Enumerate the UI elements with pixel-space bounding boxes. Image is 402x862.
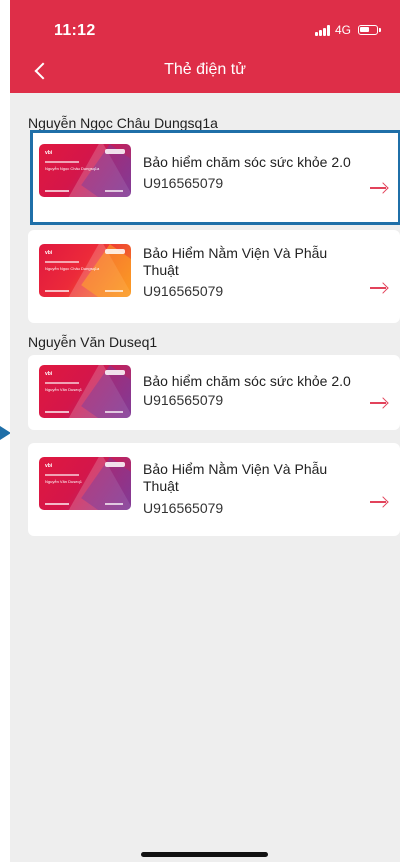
battery-icon — [358, 25, 381, 35]
card-title: Bảo hiểm chăm sóc sức khỏe 2.0 — [143, 154, 351, 170]
page-title: Thẻ điện tử — [164, 61, 246, 78]
card-code: U916565079 — [143, 392, 224, 408]
card-title: Bảo Hiểm Nằm Viện Và Phẫu Thuật — [143, 245, 328, 278]
arrow-right-icon[interactable] — [370, 181, 389, 194]
arrow-right-icon[interactable] — [370, 396, 389, 409]
home-indicator — [141, 852, 268, 857]
card-thumbnail: vbi Nguyễn Văn Duseq1 — [39, 457, 131, 510]
card-item[interactable]: vbi Nguyễn Văn Duseq1 Bảo hiểm chăm sóc … — [28, 355, 400, 430]
card-item[interactable]: vbi Nguyễn Văn Duseq1 Bảo Hiểm Nằm Viện … — [28, 443, 400, 536]
card-title: Bảo hiểm chăm sóc sức khỏe 2.0 — [143, 373, 351, 389]
status-indicators: 4G — [314, 23, 381, 37]
group-title: Nguyễn Văn Duseq1 — [28, 334, 158, 350]
arrow-right-icon[interactable] — [370, 495, 389, 508]
group-title: Nguyễn Ngọc Châu Dungsq1a — [28, 115, 218, 131]
app-header: 11:12 4G Thẻ điện tử — [10, 0, 400, 93]
card-code: U916565079 — [143, 175, 224, 191]
card-thumbnail: vbi Nguyễn Ngọc Châu Dungsq1a — [39, 244, 131, 297]
card-code: U916565079 — [143, 283, 224, 299]
card-thumbnail: vbi Nguyễn Văn Duseq1 — [39, 365, 131, 418]
card-thumbnail: vbi Nguyễn Ngọc Châu Dungsq1a — [39, 144, 131, 197]
card-title: Bảo Hiểm Nằm Viện Và Phẫu Thuật — [143, 461, 328, 494]
phone-screen: 11:12 4G Thẻ điện tử Nguyễn Ngọc Châu Du… — [10, 0, 400, 862]
signal-icon — [314, 24, 330, 36]
card-item[interactable]: vbi Nguyễn Ngọc Châu Dungsq1a Bảo Hiểm N… — [28, 230, 400, 323]
status-time: 11:12 — [54, 22, 96, 39]
arrow-right-icon[interactable] — [370, 281, 389, 294]
network-type: 4G — [334, 23, 351, 37]
card-code: U916565079 — [143, 500, 224, 516]
card-item[interactable]: vbi Nguyễn Ngọc Châu Dungsq1a Bảo hiểm c… — [30, 130, 400, 225]
